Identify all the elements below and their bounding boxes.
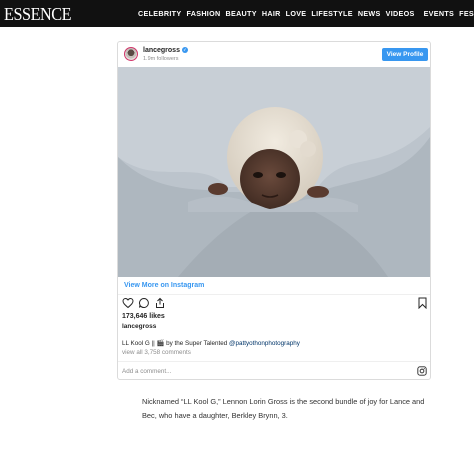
caption-emoji: 🎬: [156, 340, 165, 347]
post-actions-bar: [122, 297, 428, 311]
nav-link-beauty[interactable]: BEAUTY: [225, 9, 256, 18]
caption-mention-link[interactable]: @pattyothonphotography: [229, 340, 300, 347]
instagram-icon[interactable]: [417, 366, 427, 376]
nav-link-videos[interactable]: VIDEOS: [386, 9, 415, 18]
divider: [118, 294, 430, 295]
article-paragraph: Nicknamed “LL Kool G,” Lennon Lorin Gros…: [142, 397, 425, 420]
nav-link-news[interactable]: NEWS: [358, 9, 381, 18]
post-photo[interactable]: [118, 67, 430, 277]
bookmark-icon[interactable]: [417, 297, 428, 309]
view-all-comments-link[interactable]: view all 3,758 comments: [122, 349, 191, 356]
nav-link-lifestyle[interactable]: LIFESTYLE: [311, 9, 352, 18]
follower-count: 1.9m followers: [143, 56, 179, 62]
post-author[interactable]: lancegross: [122, 323, 156, 330]
comment-icon[interactable]: [138, 297, 150, 309]
heart-icon[interactable]: [122, 297, 134, 309]
view-profile-button[interactable]: View Profile: [382, 48, 428, 61]
nav-link-celebrity[interactable]: CELEBRITY: [138, 9, 181, 18]
share-icon[interactable]: [154, 297, 166, 309]
add-comment-input[interactable]: Add a comment...: [122, 368, 171, 375]
like-count[interactable]: 173,646 likes: [122, 313, 165, 320]
site-logo[interactable]: ESSENCE: [4, 4, 72, 25]
nav-link-fashion[interactable]: FASHION: [186, 9, 220, 18]
username-text[interactable]: lancegross: [143, 47, 180, 54]
avatar[interactable]: [124, 47, 138, 61]
nav-link-festival[interactable]: FESTIVAL: [459, 9, 474, 18]
top-navigation-bar: ESSENCE CELEBRITY FASHION BEAUTY HAIR LO…: [0, 0, 474, 27]
post-caption: LL Kool G || 🎬 by the Super Talented @pa…: [122, 339, 300, 347]
instagram-embed-card: lancegross✓ 1.9m followers View Profile: [117, 41, 431, 380]
nav-link-hair[interactable]: HAIR: [262, 9, 281, 18]
nav-link-events[interactable]: EVENTS: [424, 9, 455, 18]
caption-middle: by the Super Talented: [166, 340, 228, 347]
view-more-on-instagram-link[interactable]: View More on Instagram: [124, 282, 204, 289]
divider: [118, 361, 430, 362]
baby-photo-illustration: [118, 67, 430, 277]
verified-badge-icon: ✓: [181, 47, 188, 54]
profile-username[interactable]: lancegross ✓: [143, 47, 188, 54]
caption-prefix: LL Kool G ||: [122, 340, 155, 347]
nav-links: CELEBRITY FASHION BEAUTY HAIR LOVE LIFES…: [138, 9, 474, 18]
nav-link-love[interactable]: LOVE: [286, 9, 307, 18]
